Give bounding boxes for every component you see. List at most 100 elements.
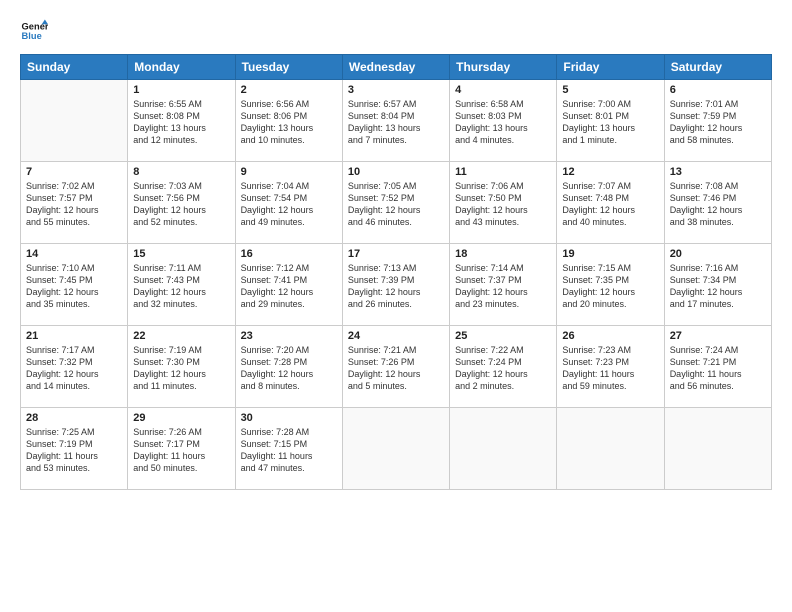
day-info: Sunrise: 7:12 AM Sunset: 7:41 PM Dayligh…: [241, 262, 337, 311]
day-info: Sunrise: 6:56 AM Sunset: 8:06 PM Dayligh…: [241, 98, 337, 147]
day-info: Sunrise: 7:23 AM Sunset: 7:23 PM Dayligh…: [562, 344, 658, 393]
calendar-cell: 4 Sunrise: 6:58 AM Sunset: 8:03 PM Daylig…: [450, 80, 557, 162]
day-number: 17: [348, 248, 444, 260]
day-number: 10: [348, 166, 444, 178]
calendar-cell: 14Sunrise: 7:10 AM Sunset: 7:45 PM Dayli…: [21, 244, 128, 326]
calendar-cell: 20 Sunrise: 7:16 AM Sunset: 7:34 PM Dayli…: [664, 244, 771, 326]
day-info: Sunrise: 6:55 AM Sunset: 8:08 PM Dayligh…: [133, 98, 229, 147]
calendar-cell: [557, 408, 664, 490]
day-number: 22: [133, 330, 229, 342]
calendar-cell: 15Sunrise: 7:11 AM Sunset: 7:43 PM Dayli…: [128, 244, 235, 326]
day-info: Sunrise: 7:07 AM Sunset: 7:48 PM Dayligh…: [562, 180, 658, 229]
calendar-cell: 28Sunrise: 7:25 AM Sunset: 7:19 PM Dayli…: [21, 408, 128, 490]
weekday-header: Friday: [557, 55, 664, 80]
day-number: 9: [241, 166, 337, 178]
weekday-header: Saturday: [664, 55, 771, 80]
day-number: 20: [670, 248, 766, 260]
weekday-header: Thursday: [450, 55, 557, 80]
day-info: Sunrise: 7:26 AM Sunset: 7:17 PM Dayligh…: [133, 426, 229, 475]
day-info: Sunrise: 7:17 AM Sunset: 7:32 PM Dayligh…: [26, 344, 122, 393]
calendar-cell: 7Sunrise: 7:02 AM Sunset: 7:57 PM Daylig…: [21, 162, 128, 244]
weekday-header: Wednesday: [342, 55, 449, 80]
page: General Blue SundayMondayTuesdayWednesda…: [0, 0, 792, 612]
calendar-cell: 11Sunrise: 7:06 AM Sunset: 7:50 PM Dayli…: [450, 162, 557, 244]
day-number: 12: [562, 166, 658, 178]
weekday-header: Monday: [128, 55, 235, 80]
day-info: Sunrise: 7:20 AM Sunset: 7:28 PM Dayligh…: [241, 344, 337, 393]
day-number: 25: [455, 330, 551, 342]
calendar-week-row: 21 Sunrise: 7:17 AM Sunset: 7:32 PM Dayli…: [21, 326, 772, 408]
calendar-cell: 19 Sunrise: 7:15 AM Sunset: 7:35 PM Dayli…: [557, 244, 664, 326]
day-info: Sunrise: 7:25 AM Sunset: 7:19 PM Dayligh…: [26, 426, 122, 475]
day-info: Sunrise: 7:06 AM Sunset: 7:50 PM Dayligh…: [455, 180, 551, 229]
calendar-cell: 2 Sunrise: 6:56 AM Sunset: 8:06 PM Daylig…: [235, 80, 342, 162]
calendar-cell: 10 Sunrise: 7:05 AM Sunset: 7:52 PM Dayli…: [342, 162, 449, 244]
day-info: Sunrise: 7:22 AM Sunset: 7:24 PM Dayligh…: [455, 344, 551, 393]
day-info: Sunrise: 7:16 AM Sunset: 7:34 PM Dayligh…: [670, 262, 766, 311]
header: General Blue: [20, 18, 772, 46]
calendar-cell: [342, 408, 449, 490]
calendar-cell: 27 Sunrise: 7:24 AM Sunset: 7:21 PM Dayli…: [664, 326, 771, 408]
day-number: 4: [455, 84, 551, 96]
calendar-cell: 6 Sunrise: 7:01 AM Sunset: 7:59 PM Daylig…: [664, 80, 771, 162]
weekday-header: Sunday: [21, 55, 128, 80]
calendar-cell: 1 Sunrise: 6:55 AM Sunset: 8:08 PM Daylig…: [128, 80, 235, 162]
calendar-cell: 24Sunrise: 7:21 AM Sunset: 7:26 PM Dayli…: [342, 326, 449, 408]
calendar-cell: 30 Sunrise: 7:28 AM Sunset: 7:15 PM Dayli…: [235, 408, 342, 490]
calendar-cell: [450, 408, 557, 490]
day-number: 6: [670, 84, 766, 96]
day-info: Sunrise: 6:58 AM Sunset: 8:03 PM Dayligh…: [455, 98, 551, 147]
calendar-cell: 18Sunrise: 7:14 AM Sunset: 7:37 PM Dayli…: [450, 244, 557, 326]
day-info: Sunrise: 7:15 AM Sunset: 7:35 PM Dayligh…: [562, 262, 658, 311]
day-info: Sunrise: 7:08 AM Sunset: 7:46 PM Dayligh…: [670, 180, 766, 229]
day-number: 8: [133, 166, 229, 178]
logo-icon: General Blue: [20, 18, 48, 46]
calendar-week-row: 7Sunrise: 7:02 AM Sunset: 7:57 PM Daylig…: [21, 162, 772, 244]
calendar-cell: 23 Sunrise: 7:20 AM Sunset: 7:28 PM Dayli…: [235, 326, 342, 408]
day-number: 1: [133, 84, 229, 96]
calendar-cell: [664, 408, 771, 490]
day-number: 24: [348, 330, 444, 342]
calendar-cell: 17 Sunrise: 7:13 AM Sunset: 7:39 PM Dayli…: [342, 244, 449, 326]
day-number: 26: [562, 330, 658, 342]
day-info: Sunrise: 7:03 AM Sunset: 7:56 PM Dayligh…: [133, 180, 229, 229]
day-number: 2: [241, 84, 337, 96]
day-info: Sunrise: 7:24 AM Sunset: 7:21 PM Dayligh…: [670, 344, 766, 393]
calendar-cell: 9 Sunrise: 7:04 AM Sunset: 7:54 PM Daylig…: [235, 162, 342, 244]
weekday-header: Tuesday: [235, 55, 342, 80]
calendar-cell: 12 Sunrise: 7:07 AM Sunset: 7:48 PM Dayli…: [557, 162, 664, 244]
day-number: 14: [26, 248, 122, 260]
calendar-header-row: SundayMondayTuesdayWednesdayThursdayFrid…: [21, 55, 772, 80]
day-number: 21: [26, 330, 122, 342]
day-info: Sunrise: 7:01 AM Sunset: 7:59 PM Dayligh…: [670, 98, 766, 147]
calendar-week-row: 1 Sunrise: 6:55 AM Sunset: 8:08 PM Daylig…: [21, 80, 772, 162]
calendar-cell: 25 Sunrise: 7:22 AM Sunset: 7:24 PM Dayli…: [450, 326, 557, 408]
calendar-week-row: 28Sunrise: 7:25 AM Sunset: 7:19 PM Dayli…: [21, 408, 772, 490]
day-number: 16: [241, 248, 337, 260]
calendar-cell: 3 Sunrise: 6:57 AM Sunset: 8:04 PM Daylig…: [342, 80, 449, 162]
calendar-cell: 8 Sunrise: 7:03 AM Sunset: 7:56 PM Daylig…: [128, 162, 235, 244]
calendar-cell: 13 Sunrise: 7:08 AM Sunset: 7:46 PM Dayli…: [664, 162, 771, 244]
day-number: 3: [348, 84, 444, 96]
day-number: 27: [670, 330, 766, 342]
day-number: 13: [670, 166, 766, 178]
day-number: 30: [241, 412, 337, 424]
svg-text:Blue: Blue: [22, 31, 42, 41]
day-info: Sunrise: 7:04 AM Sunset: 7:54 PM Dayligh…: [241, 180, 337, 229]
day-number: 7: [26, 166, 122, 178]
calendar-table: SundayMondayTuesdayWednesdayThursdayFrid…: [20, 54, 772, 490]
day-info: Sunrise: 7:13 AM Sunset: 7:39 PM Dayligh…: [348, 262, 444, 311]
calendar-cell: 16 Sunrise: 7:12 AM Sunset: 7:41 PM Dayli…: [235, 244, 342, 326]
day-number: 19: [562, 248, 658, 260]
day-info: Sunrise: 6:57 AM Sunset: 8:04 PM Dayligh…: [348, 98, 444, 147]
calendar-cell: 5Sunrise: 7:00 AM Sunset: 8:01 PM Daylig…: [557, 80, 664, 162]
day-number: 15: [133, 248, 229, 260]
day-info: Sunrise: 7:14 AM Sunset: 7:37 PM Dayligh…: [455, 262, 551, 311]
calendar-cell: 21 Sunrise: 7:17 AM Sunset: 7:32 PM Dayli…: [21, 326, 128, 408]
calendar-cell: 22Sunrise: 7:19 AM Sunset: 7:30 PM Dayli…: [128, 326, 235, 408]
day-number: 29: [133, 412, 229, 424]
day-number: 23: [241, 330, 337, 342]
day-info: Sunrise: 7:28 AM Sunset: 7:15 PM Dayligh…: [241, 426, 337, 475]
calendar-week-row: 14Sunrise: 7:10 AM Sunset: 7:45 PM Dayli…: [21, 244, 772, 326]
day-info: Sunrise: 7:05 AM Sunset: 7:52 PM Dayligh…: [348, 180, 444, 229]
